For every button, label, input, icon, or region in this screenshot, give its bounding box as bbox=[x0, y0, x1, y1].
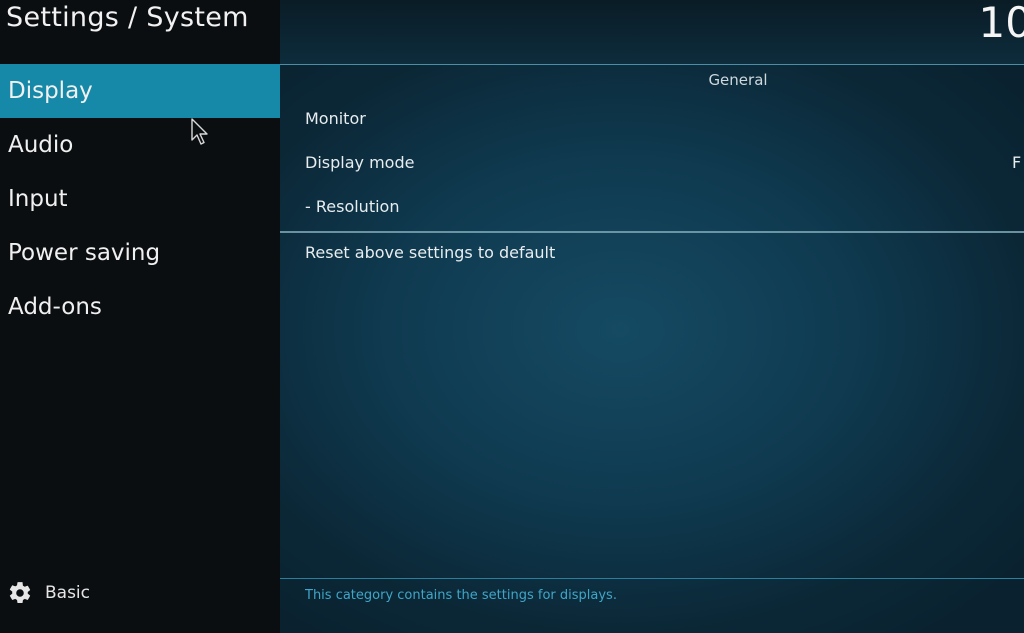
header-strip: 10 bbox=[280, 0, 1024, 64]
sidebar-item-audio[interactable]: Audio bbox=[0, 118, 280, 172]
settings-list: General Monitor Display mode F - Resolut… bbox=[280, 65, 1024, 580]
sidebar: Settings / System Display Audio Input Po… bbox=[0, 0, 280, 633]
setting-row-resolution[interactable]: - Resolution bbox=[280, 185, 1024, 229]
gear-icon bbox=[7, 580, 33, 606]
setting-row-reset-defaults[interactable]: Reset above settings to default bbox=[280, 231, 1024, 275]
setting-row-display-mode[interactable]: Display mode F bbox=[280, 141, 1024, 185]
sidebar-item-power-saving[interactable]: Power saving bbox=[0, 226, 280, 280]
setting-label: - Resolution bbox=[305, 197, 400, 216]
footer-divider bbox=[280, 578, 1024, 579]
sidebar-menu: Display Audio Input Power saving Add-ons bbox=[0, 64, 280, 334]
sidebar-item-add-ons[interactable]: Add-ons bbox=[0, 280, 280, 334]
settings-level-button[interactable]: Basic bbox=[7, 578, 90, 608]
settings-level-label: Basic bbox=[45, 583, 91, 603]
sidebar-item-input[interactable]: Input bbox=[0, 172, 280, 226]
setting-row-monitor[interactable]: Monitor bbox=[280, 97, 1024, 141]
page-title: Settings / System bbox=[6, 2, 249, 33]
setting-value: F bbox=[1012, 153, 1022, 172]
group-header: General bbox=[708, 71, 768, 89]
settings-screen: Settings / System Display Audio Input Po… bbox=[0, 0, 1024, 633]
category-description: This category contains the settings for … bbox=[305, 588, 617, 603]
clock: 10 bbox=[978, 0, 1024, 47]
setting-label: Monitor bbox=[305, 109, 366, 128]
setting-label: Display mode bbox=[305, 153, 415, 172]
sidebar-item-display[interactable]: Display bbox=[0, 64, 280, 118]
setting-label: Reset above settings to default bbox=[305, 243, 556, 262]
